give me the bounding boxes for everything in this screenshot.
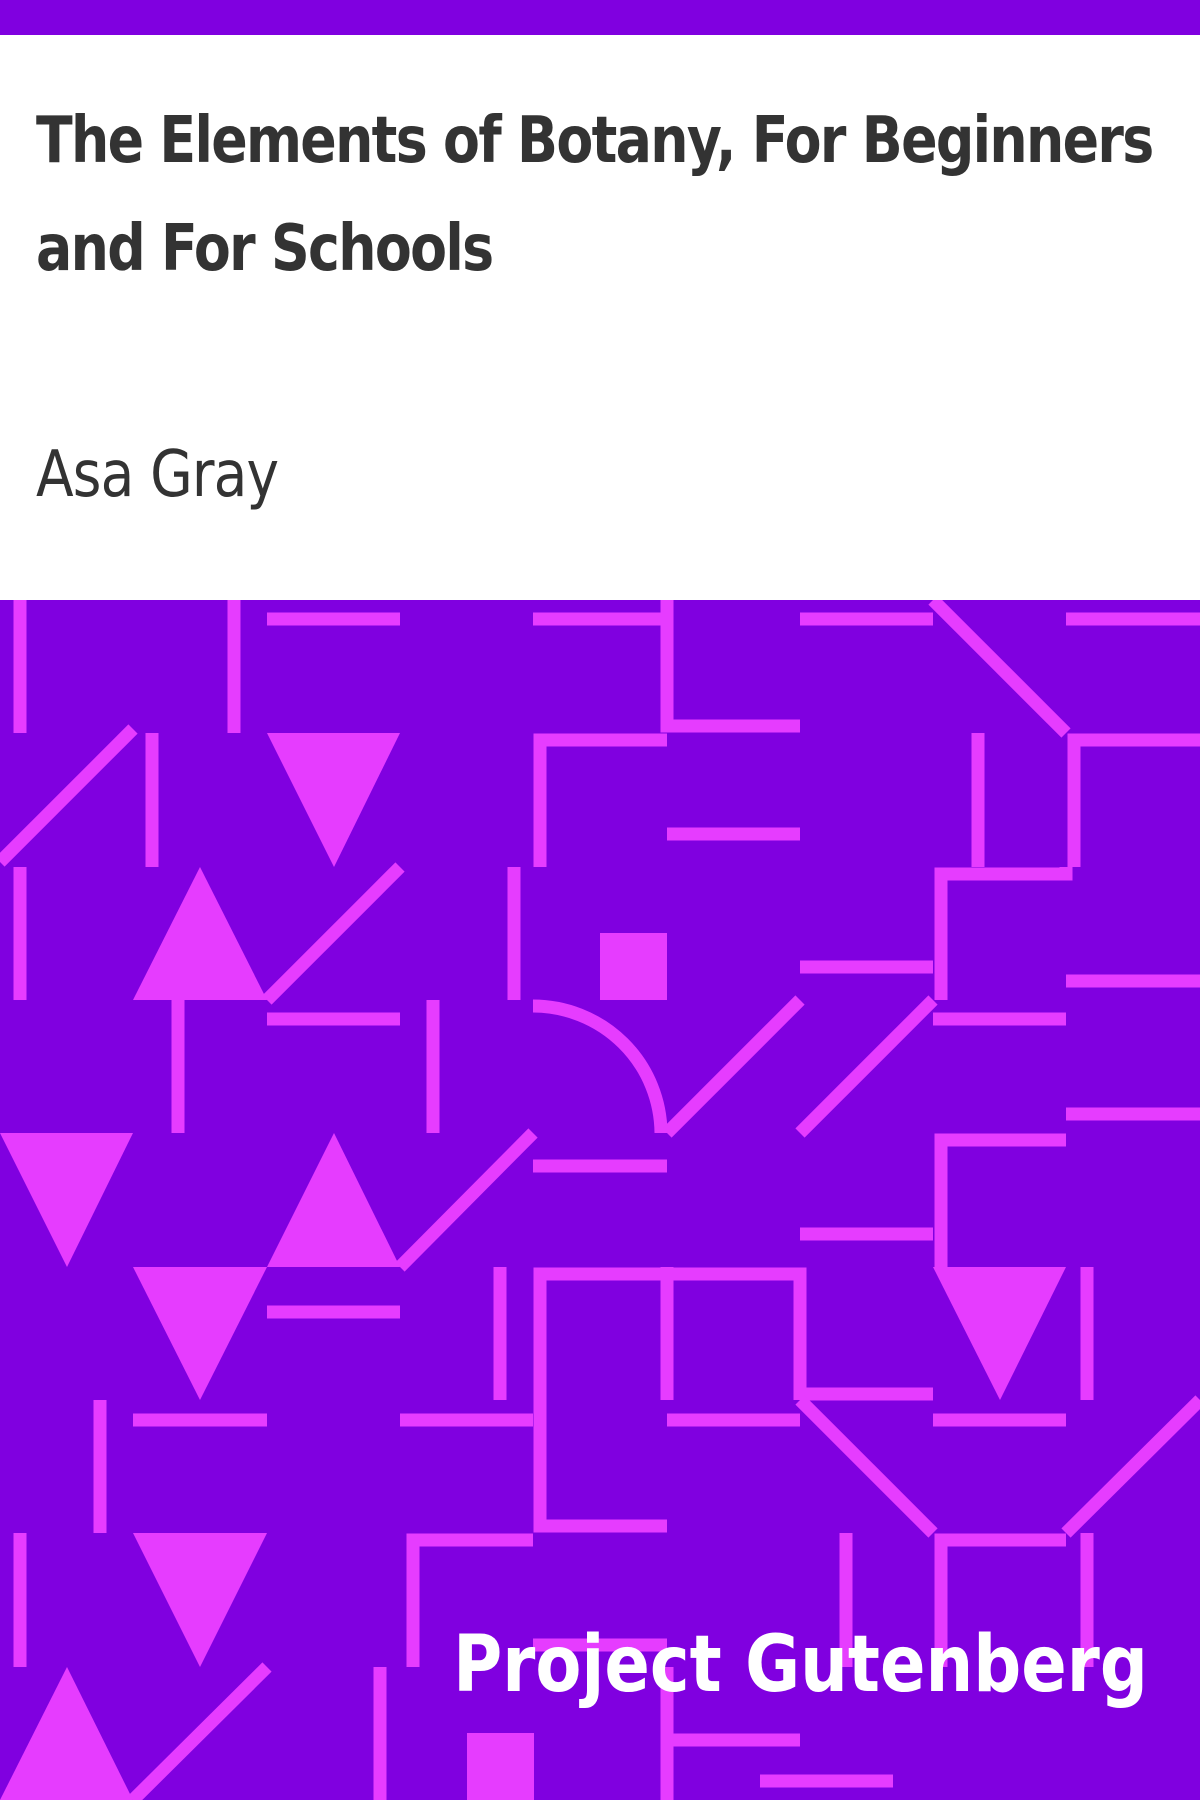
top-color-band — [0, 0, 1200, 35]
decorative-pattern-panel: Project Gutenberg — [0, 600, 1200, 1800]
book-title: The Elements of Botany, For Beginners an… — [36, 104, 1154, 286]
book-cover: The Elements of Botany, For Beginners an… — [0, 0, 1200, 1800]
pattern-square — [467, 1733, 534, 1800]
book-author: Asa Gray — [36, 438, 279, 512]
publisher-name: Project Gutenberg — [453, 1620, 1148, 1710]
title-panel: The Elements of Botany, For Beginners an… — [0, 35, 1200, 600]
pattern-square — [600, 933, 667, 1000]
